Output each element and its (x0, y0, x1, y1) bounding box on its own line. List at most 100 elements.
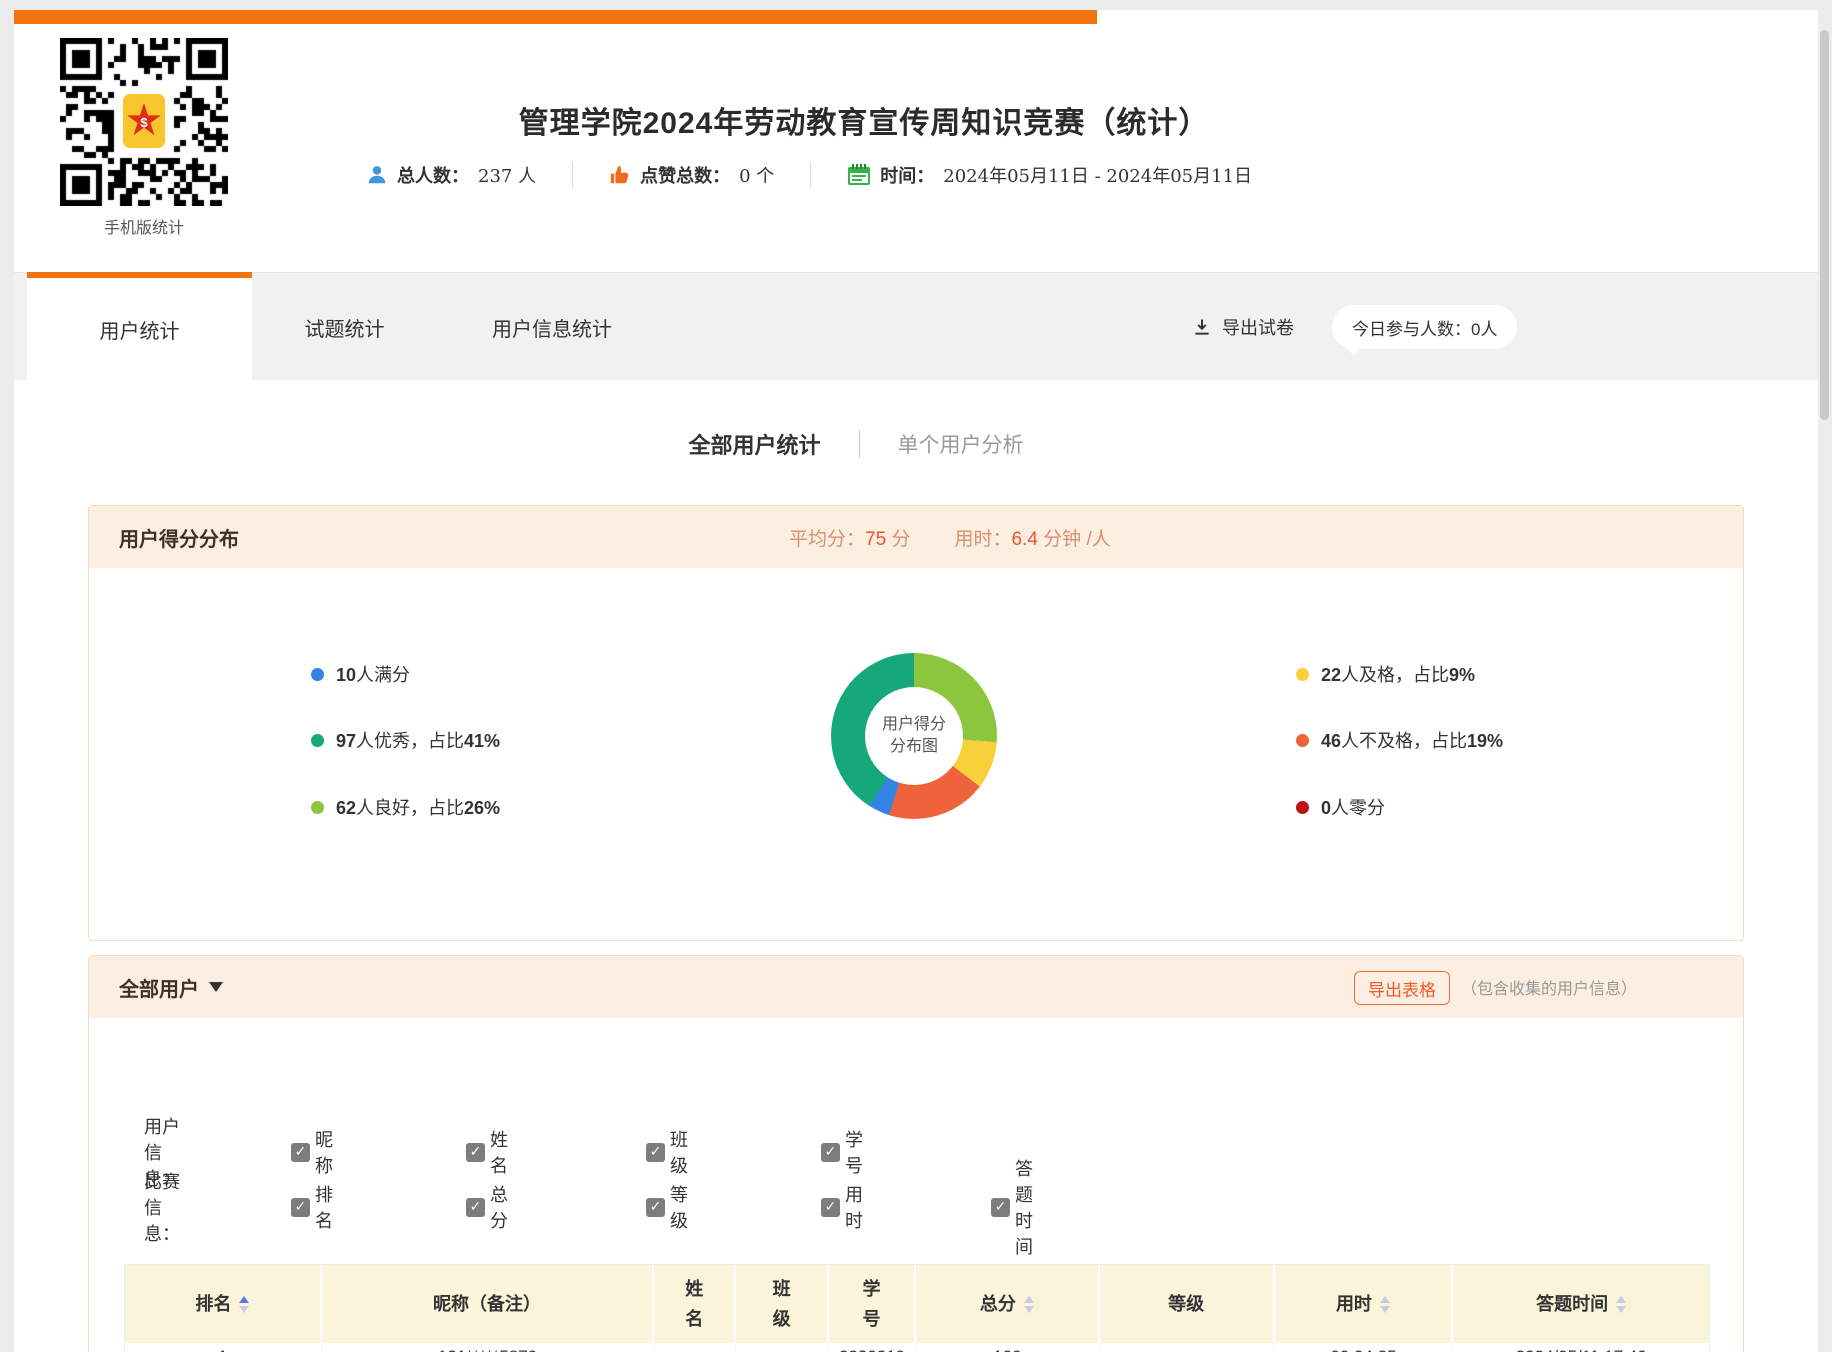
legend-dot-darkred (1296, 801, 1309, 814)
divider (572, 162, 573, 188)
sort-duration[interactable] (1380, 1296, 1390, 1313)
col-answer-time: 答题时间 (1453, 1265, 1709, 1343)
subtab-row: 全部用户统计 单个用户分析 (14, 428, 1818, 460)
tab-question-stats[interactable]: 试题统计 (252, 273, 437, 381)
cell-answer-time: 2024/05/11 17:40 (1453, 1343, 1709, 1352)
export-table-button[interactable]: 导出表格 (1354, 971, 1450, 1005)
filter-duration[interactable]: 用时 (821, 1181, 863, 1233)
checkbox-checked[interactable] (291, 1198, 310, 1217)
score-distribution-panel: 用户得分分布 平均分：75 分 用时：6.4 分钟 /人 10人满分 (88, 505, 1744, 941)
sort-rank[interactable] (239, 1296, 249, 1313)
users-panel-header: 全部用户 导出表格 （包含收集的用户信息） (89, 956, 1743, 1018)
checkbox-checked[interactable] (646, 1198, 665, 1217)
col-total-score: 总分 (916, 1265, 1100, 1343)
legend-dot-yellow (1296, 668, 1309, 681)
sort-answer-time[interactable] (1616, 1296, 1626, 1313)
checkbox-checked[interactable] (466, 1198, 485, 1217)
export-paper-button[interactable]: 导出试卷 (1192, 273, 1294, 381)
qr-block: ★$ 手机版统计 (60, 38, 228, 238)
legend-excellent: 97人优秀，占比41% (311, 727, 500, 753)
tab-userinfo-stats[interactable]: 用户信息统计 (437, 273, 667, 381)
qr-label: 手机版统计 (60, 214, 228, 238)
table-row: 1 131*****5879 姜金香 22电商4班 2230219 100 满分… (125, 1343, 1709, 1352)
checkbox-checked[interactable] (991, 1198, 1010, 1217)
tab-user-stats[interactable]: 用户统计 (27, 272, 252, 380)
donut-center-label: 用户得分 分布图 (865, 687, 963, 785)
checkbox-checked[interactable] (291, 1143, 310, 1162)
stat-value: 237 人 (478, 162, 536, 188)
filter-class[interactable]: 班级 (646, 1126, 688, 1178)
time-unit: 分钟 /人 (1043, 529, 1111, 550)
cell-duration: 00:04:25 (1275, 1343, 1454, 1352)
tab-strip: 用户统计 试题统计 用户信息统计 导出试卷 今日参与人数：0人 (14, 272, 1818, 380)
checkbox-checked[interactable] (466, 1143, 485, 1162)
col-nickname: 昵称（备注） (322, 1265, 655, 1343)
legend-dot-teal (311, 734, 324, 747)
col-class: 班级 (736, 1265, 829, 1343)
col-rank: 排名 (125, 1265, 322, 1343)
sort-total-score[interactable] (1024, 1296, 1034, 1313)
total-people-stat: 总人数： 237 人 (366, 162, 536, 188)
checkbox-checked[interactable] (821, 1143, 840, 1162)
subtab-all-users[interactable]: 全部用户统计 (688, 428, 820, 460)
filter-name[interactable]: 姓名 (466, 1126, 508, 1178)
score-panel-title: 用户得分分布 (119, 523, 239, 552)
time-range-stat: 时间： 2024年05月11日 - 2024年05月11日 (847, 162, 1252, 188)
export-note: （包含收集的用户信息） (1461, 956, 1637, 1018)
cell-total-score: 100 (916, 1343, 1100, 1352)
legend-dot-orange (1296, 734, 1309, 747)
bubble-tail (1346, 340, 1362, 356)
person-icon (366, 164, 388, 186)
legend-full-score: 10人满分 (311, 661, 410, 687)
filter-student-id[interactable]: 学号 (821, 1126, 863, 1178)
star-icon: ★$ (124, 99, 163, 143)
score-panel-header: 用户得分分布 平均分：75 分 用时：6.4 分钟 /人 (89, 506, 1743, 568)
col-duration: 用时 (1275, 1265, 1454, 1343)
legend-good: 62人良好，占比26% (311, 794, 500, 820)
score-metrics: 平均分：75 分 用时：6.4 分钟 /人 (789, 506, 1111, 568)
legend-dot-green (311, 801, 324, 814)
filter-answer-time[interactable]: 答题时间 (991, 1155, 1033, 1259)
users-table: 排名 昵称（备注） 姓名 班级 学号 总分 等级 用时 (124, 1264, 1710, 1352)
today-participants-text: 今日参与人数：0人 (1352, 315, 1497, 340)
legend-zero: 0人零分 (1296, 794, 1385, 820)
filter-label: 比赛信息： (144, 1168, 180, 1246)
legend-fail: 46人不及格，占比19% (1296, 727, 1503, 753)
dollar-icon: $ (140, 101, 147, 145)
score-donut-chart: 用户得分 分布图 (831, 653, 997, 819)
checkbox-checked[interactable] (821, 1198, 840, 1217)
users-panel-title[interactable]: 全部用户 (119, 973, 223, 1002)
cell-grade: 满分 (1100, 1343, 1275, 1352)
avg-label: 平均分： (789, 529, 865, 550)
qr-logo: ★$ (123, 94, 165, 148)
export-paper-label: 导出试卷 (1222, 314, 1294, 340)
col-grade: 等级 (1100, 1265, 1275, 1343)
checkbox-checked[interactable] (646, 1143, 665, 1162)
filter-nickname[interactable]: 昵称 (291, 1126, 333, 1178)
subtab-single-user[interactable]: 单个用户分析 (898, 429, 1024, 459)
cell-class: 22电商4班 (736, 1343, 829, 1352)
cell-nickname: 131*****5879 (322, 1343, 655, 1352)
time-label: 用时： (954, 529, 1011, 550)
page: ★$ 手机版统计 管理学院2024年劳动教育宣传周知识竞赛（统计） 总人数： 2… (0, 0, 1832, 1352)
stat-value: 0 个 (739, 162, 774, 188)
avg-unit: 分 (891, 529, 910, 550)
legend-dot-blue (311, 668, 324, 681)
filter-rank[interactable]: 排名 (291, 1181, 333, 1233)
legend-pass: 22人及格，占比9% (1296, 661, 1475, 687)
col-student-id: 学号 (829, 1265, 916, 1343)
thumbs-up-icon (609, 164, 631, 186)
divider (810, 162, 811, 188)
avg-score: 平均分：75 分 (789, 524, 910, 551)
stat-label: 总人数： (397, 162, 469, 188)
filter-grade[interactable]: 等级 (646, 1181, 688, 1233)
chevron-down-icon (209, 982, 223, 992)
scrollbar[interactable] (1820, 30, 1829, 420)
content-card: ★$ 手机版统计 管理学院2024年劳动教育宣传周知识竞赛（统计） 总人数： 2… (14, 10, 1818, 1352)
avg-time: 用时：6.4 分钟 /人 (954, 524, 1110, 551)
filter-total-score[interactable]: 总分 (466, 1181, 508, 1233)
stats-row: 总人数： 237 人 点赞总数： 0 个 (366, 158, 1252, 192)
download-icon (1192, 317, 1212, 337)
likes-stat: 点赞总数： 0 个 (609, 162, 774, 188)
stat-value: 2024年05月11日 - 2024年05月11日 (943, 162, 1252, 188)
